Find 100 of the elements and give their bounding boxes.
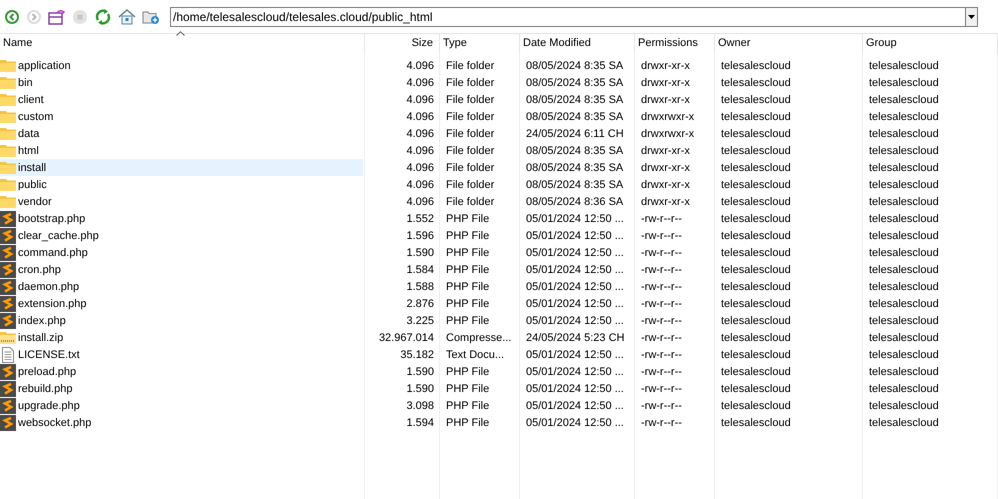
table-cell-text: telesalescloud (868, 128, 940, 140)
file-name-item[interactable]: client (0, 91, 365, 108)
table-cell-text: telesalescloud (868, 332, 940, 344)
table-cell-text: 05/01/2024 12:50 ... (525, 264, 625, 276)
file-name-item[interactable]: command.php (0, 244, 365, 261)
table-cell-text: 3.098 (405, 400, 435, 412)
table-cell-text: -rw-r--r-- (640, 332, 683, 344)
php-file-icon (0, 278, 16, 294)
table-cell-text: drwxr-xr-x (640, 94, 691, 106)
php-file-icon (0, 228, 16, 244)
php-file-icon (0, 414, 16, 430)
table-cell-text: File folder (445, 128, 496, 140)
file-name-item[interactable]: vendor (0, 193, 365, 210)
table-cell-text: telesalescloud (720, 246, 792, 258)
table-cell-text: telesalescloud (868, 76, 940, 88)
sort-caret-icon (176, 31, 185, 36)
dropdown-button[interactable] (965, 6, 978, 26)
table-cell-text: PHP File (445, 400, 490, 412)
table-cell-text: drwxr-xr-x (640, 76, 691, 88)
php-file-icon (0, 296, 16, 312)
stop-icon (72, 8, 88, 24)
file-name-item[interactable]: application (0, 57, 365, 74)
table-cell-text: 4.096 (405, 94, 435, 106)
table-cell-text: Text Docu... (445, 348, 506, 360)
file-name-item[interactable]: html (0, 142, 365, 159)
table-cell-text: 1.590 (405, 246, 435, 258)
table-cell-text: telesalescloud (720, 76, 792, 88)
table-cell-text: 08/05/2024 8:35 SA (525, 162, 624, 174)
file-name-item[interactable]: custom (0, 108, 365, 125)
table-cell-text: File folder (445, 196, 496, 208)
table-cell-text: PHP File (445, 264, 490, 276)
table-cell-text: PHP File (445, 212, 490, 224)
file-name-item[interactable]: daemon.php (0, 278, 365, 295)
table-cell-text: 4.096 (405, 162, 435, 174)
file-name-item[interactable]: websocket.php (0, 414, 365, 431)
table-cell-text: 05/01/2024 12:50 ... (525, 212, 625, 224)
table-cell-text: 08/05/2024 8:35 SA (525, 178, 624, 190)
file-name-item[interactable]: cron.php (0, 261, 365, 278)
table-cell-text: 05/01/2024 12:50 ... (525, 416, 625, 428)
table-cell-text: 08/05/2024 8:35 SA (525, 110, 624, 122)
dropdown-arrow-icon (968, 14, 975, 18)
table-cell-text: 4.096 (405, 60, 435, 72)
table-cell-text: telesalescloud (720, 348, 792, 360)
table-cell-text: telesalescloud (868, 264, 940, 276)
column-header[interactable]: Date Modified (520, 34, 635, 53)
table-cell-text: telesalescloud (868, 246, 940, 258)
table-cell-text: 3.225 (405, 314, 435, 326)
table-cell-text: telesalescloud (868, 60, 940, 72)
column-header[interactable]: Group (863, 34, 998, 53)
table-cell-text: 4.096 (405, 196, 435, 208)
table-cell-text: telesalescloud (868, 298, 940, 310)
table-cell-text: 05/01/2024 12:50 ... (525, 298, 625, 310)
column-header[interactable]: Size (365, 34, 440, 53)
php-file-icon (0, 244, 16, 260)
file-name-item[interactable]: rebuild.php (0, 380, 365, 397)
folder-icon (0, 126, 16, 140)
table-cell-text: telesalescloud (720, 314, 792, 326)
table-cell-text: File folder (445, 162, 496, 174)
file-name-item[interactable]: data (0, 125, 365, 142)
folder-icon (0, 110, 16, 124)
folder-plus-icon (142, 8, 160, 24)
table-cell-text: telesalescloud (868, 178, 940, 190)
file-name-item[interactable]: index.php (0, 312, 365, 329)
table-cell-text: 08/05/2024 8:35 SA (525, 76, 624, 88)
table-cell-text: telesalescloud (720, 196, 792, 208)
table-cell-text: PHP File (445, 280, 490, 292)
home-icon (118, 8, 136, 24)
php-file-icon (0, 398, 16, 414)
file-name-item[interactable]: preload.php (0, 363, 365, 380)
table-cell-text: 1.590 (405, 366, 435, 378)
column-header[interactable]: Permissions (635, 34, 715, 53)
table-cell-text: telesalescloud (868, 400, 940, 412)
table-cell-text: File folder (445, 94, 496, 106)
table-cell-text: File folder (445, 60, 496, 72)
file-name-item[interactable]: extension.php (0, 295, 365, 312)
file-name-item[interactable]: bin (0, 74, 365, 91)
table-cell-text: telesalescloud (720, 94, 792, 106)
column-header[interactable]: Owner (715, 34, 863, 53)
file-name-item[interactable]: LICENSE.txt (0, 346, 365, 363)
file-name-item[interactable]: bootstrap.php (0, 210, 365, 227)
table-cell-text: 1.590 (405, 382, 435, 394)
file-name-item[interactable]: install (0, 159, 363, 176)
table-cell-text: 05/01/2024 12:50 ... (525, 400, 625, 412)
file-name-item[interactable]: upgrade.php (0, 397, 365, 414)
table-cell-text: drwxrwxr-x (640, 110, 696, 122)
column-header[interactable]: Name (0, 34, 365, 53)
table-cell-text: telesalescloud (720, 416, 792, 428)
column-header[interactable]: Type (440, 34, 520, 53)
file-name-item[interactable]: public (0, 176, 365, 193)
table-cell-text: telesalescloud (868, 366, 940, 378)
refresh-icon (94, 8, 112, 26)
folder-icon (0, 144, 16, 158)
table-cell-text: 05/01/2024 12:50 ... (525, 230, 625, 242)
file-name-item[interactable]: clear_cache.php (0, 227, 365, 244)
path-field[interactable]: /home/telesalescloud/telesales.cloud/public_html (170, 6, 965, 26)
table-cell-text: PHP File (445, 366, 490, 378)
table-cell-text: -rw-r--r-- (640, 366, 683, 378)
table-cell-text: -rw-r--r-- (640, 348, 683, 360)
table-cell-text: 24/05/2024 6:11 CH (525, 128, 625, 140)
file-name-item[interactable]: install.zip (0, 329, 365, 346)
